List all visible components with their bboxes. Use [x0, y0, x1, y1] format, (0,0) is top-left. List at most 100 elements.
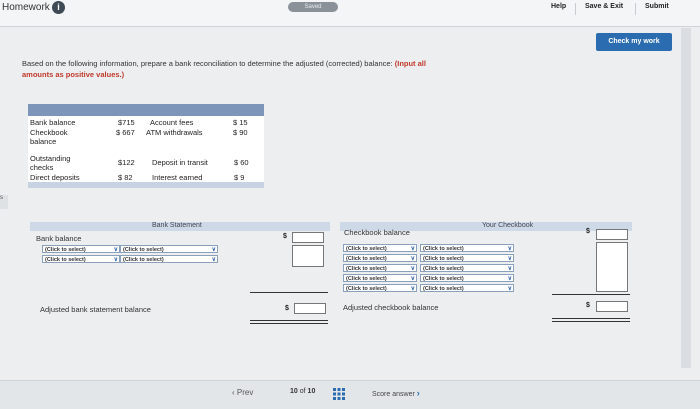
prev-label: Prev — [236, 388, 254, 397]
chevron-down-icon: ∨ — [507, 276, 512, 282]
currency-symbol: $ — [283, 233, 287, 240]
currency-symbol: $ — [285, 305, 289, 312]
instructions: Based on the following information, prep… — [22, 58, 442, 80]
chevron-down-icon: ∨ — [507, 266, 512, 272]
submit-button[interactable]: Submit — [645, 3, 669, 10]
checkbook-adjustment-input[interactable] — [596, 242, 628, 292]
info-value: $ 82 — [118, 173, 133, 182]
bottom-bar: ‹ Prev 10 of 10 Score answer › — [0, 380, 700, 409]
info-label: Deposit in transit — [152, 158, 208, 167]
adjusted-bank-balance-label: Adjusted bank statement balance — [40, 305, 151, 314]
info-label: Checkbook balance — [30, 128, 68, 146]
bank-statement-title: Bank Statement — [152, 222, 202, 229]
info-value: $ 90 — [233, 128, 248, 137]
divider — [575, 3, 576, 15]
checkbook-balance-label: Checkbook balance — [344, 228, 410, 237]
info-label: Outstanding checks — [30, 154, 71, 172]
page-indicator: 10 of 10 — [290, 388, 315, 395]
checkbook-amount-select[interactable]: (Click to select) ∨ — [420, 264, 514, 272]
chevron-left-icon: ‹ — [232, 388, 235, 397]
adjusted-bank-balance-input[interactable] — [294, 303, 326, 314]
of-label: of — [299, 388, 306, 395]
select-label: (Click to select) — [123, 257, 164, 263]
total-pages: 10 — [307, 388, 316, 395]
select-label: (Click to select) — [346, 256, 387, 262]
info-table-body: Bank balance $715 Account fees $ 15 Chec… — [28, 116, 264, 182]
chevron-down-icon: ∨ — [507, 286, 512, 292]
chevron-down-icon: ∨ — [113, 247, 118, 253]
chevron-down-icon: ∨ — [410, 246, 415, 252]
chevron-down-icon: ∨ — [211, 247, 216, 253]
next-button[interactable]: Score answer › — [372, 388, 420, 398]
checkbook-item-select[interactable]: (Click to select) ∨ — [343, 284, 417, 292]
bank-balance-input[interactable] — [292, 232, 324, 243]
bank-addition-select[interactable]: (Click to select) ∨ — [42, 245, 120, 253]
scrollbar[interactable] — [681, 28, 691, 368]
adjusted-checkbook-balance-label: Adjusted checkbook balance — [343, 303, 439, 312]
info-label: Direct deposits — [30, 173, 80, 182]
select-label: (Click to select) — [346, 286, 387, 292]
help-button[interactable]: Help — [551, 3, 566, 10]
checkbook-item-select[interactable]: (Click to select) ∨ — [343, 254, 417, 262]
select-label: (Click to select) — [123, 247, 164, 253]
info-table-header — [28, 104, 264, 116]
saved-status-badge: Saved — [288, 2, 338, 12]
currency-symbol: $ — [586, 228, 590, 235]
chevron-down-icon: ∨ — [410, 256, 415, 262]
info-value: $ 60 — [234, 158, 249, 167]
info-label: Interest earned — [152, 173, 203, 182]
chevron-down-icon: ∨ — [211, 257, 216, 263]
adjusted-checkbook-balance-input[interactable] — [596, 301, 628, 312]
info-label: ATM withdrawals — [146, 128, 203, 137]
chevron-down-icon: ∨ — [507, 246, 512, 252]
chevron-down-icon: ∨ — [113, 257, 118, 263]
currency-symbol: $ — [586, 302, 590, 309]
divider — [250, 292, 328, 293]
next-label: Score answer — [372, 391, 415, 398]
select-label: (Click to select) — [45, 247, 86, 253]
bank-addition-amount-select[interactable]: (Click to select) ∨ — [120, 245, 218, 253]
divider — [552, 321, 630, 322]
bank-deduction-amount-select[interactable]: (Click to select) ∨ — [120, 255, 218, 263]
info-label: Account fees — [150, 118, 194, 127]
instructions-text: Based on the following information, prep… — [22, 59, 393, 68]
current-page: 10 — [290, 388, 298, 395]
check-my-work-button[interactable]: Check my work — [596, 33, 672, 51]
checkbook-amount-select[interactable]: (Click to select) ∨ — [420, 274, 514, 282]
select-label: (Click to select) — [423, 256, 464, 262]
checkbook-item-select[interactable]: (Click to select) ∨ — [343, 244, 417, 252]
select-label: (Click to select) — [45, 257, 86, 263]
divider — [250, 323, 328, 324]
select-label: (Click to select) — [423, 276, 464, 282]
divider — [250, 320, 328, 321]
divider — [552, 318, 630, 319]
info-value: $ 15 — [233, 118, 248, 127]
checkbook-balance-input[interactable] — [596, 229, 628, 240]
select-label: (Click to select) — [346, 266, 387, 272]
select-label: (Click to select) — [423, 286, 464, 292]
info-value: $ 667 — [116, 128, 135, 137]
info-table-footer — [28, 182, 264, 188]
info-icon[interactable]: i — [52, 1, 65, 14]
checkbook-item-select[interactable]: (Click to select) ∨ — [343, 274, 417, 282]
save-exit-button[interactable]: Save & Exit — [585, 3, 623, 10]
checkbook-item-select[interactable]: (Click to select) ∨ — [343, 264, 417, 272]
info-label: Bank balance — [30, 118, 76, 127]
checkbook-amount-select[interactable]: (Click to select) ∨ — [420, 244, 514, 252]
divider — [552, 294, 630, 295]
prev-button[interactable]: ‹ Prev — [232, 388, 253, 397]
info-value: $122 — [118, 158, 135, 167]
top-bar: Homework i Saved Help Save & Exit Submit — [0, 0, 700, 27]
grid-icon[interactable] — [333, 387, 345, 400]
checkbook-amount-select[interactable]: (Click to select) ∨ — [420, 254, 514, 262]
chevron-down-icon: ∨ — [410, 276, 415, 282]
chevron-down-icon: ∨ — [410, 266, 415, 272]
select-label: (Click to select) — [423, 246, 464, 252]
checkbook-amount-select[interactable]: (Click to select) ∨ — [420, 284, 514, 292]
bank-deduction-select[interactable]: (Click to select) ∨ — [42, 255, 120, 263]
bank-adjustment-input[interactable] — [292, 245, 324, 267]
info-value: $ 9 — [234, 173, 245, 182]
info-value: $715 — [118, 118, 135, 127]
left-edge-fragment: s — [0, 195, 8, 209]
bank-balance-label: Bank balance — [36, 234, 82, 243]
